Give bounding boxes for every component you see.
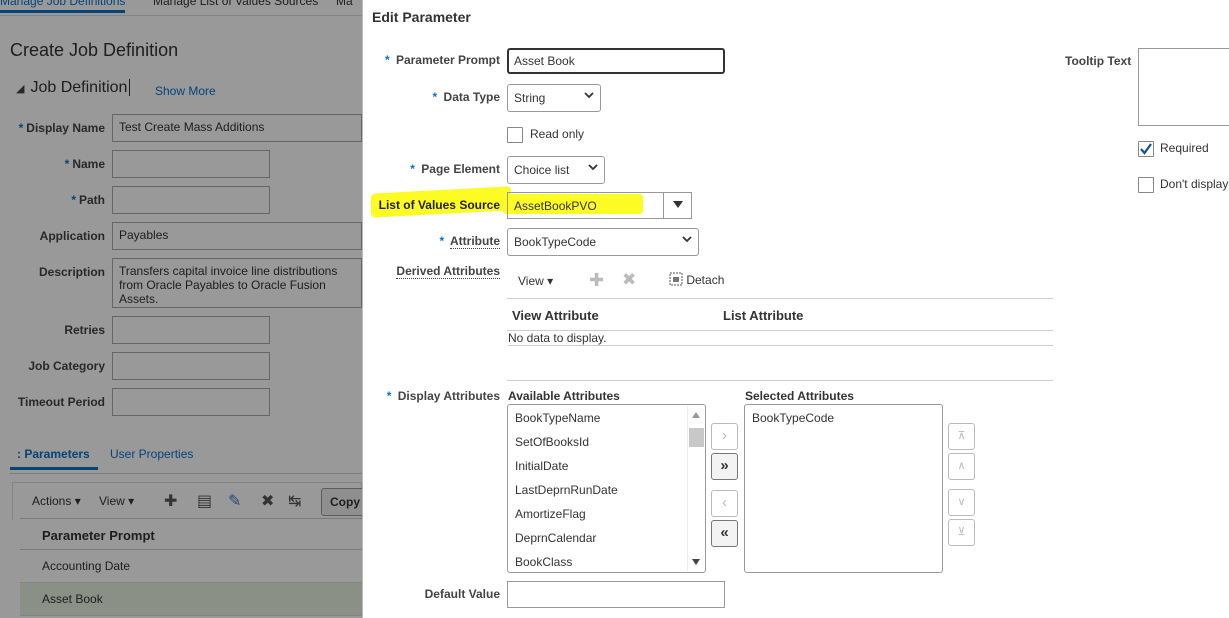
lov-source-field[interactable]: AssetBookPVO	[507, 192, 692, 219]
list-item[interactable]: BookTypeCode	[752, 411, 834, 425]
dialog-title: Edit Parameter	[372, 9, 471, 25]
list-scrollbar[interactable]	[687, 406, 704, 571]
checkmark-icon	[1140, 143, 1152, 155]
derived-attributes-label: Derived Attributes	[396, 264, 500, 279]
list-item[interactable]: BookTypeName	[515, 411, 600, 425]
empty-table-message: No data to display.	[508, 331, 1053, 346]
read-only-checkbox[interactable]	[507, 127, 523, 143]
move-all-right-button[interactable]: »	[711, 453, 738, 480]
move-up-button[interactable]: ∧	[948, 453, 975, 480]
dont-display-checkbox[interactable]	[1138, 177, 1154, 193]
move-bottom-icon: ⊻	[957, 526, 966, 538]
move-bottom-button[interactable]: ⊻	[948, 519, 975, 546]
list-item[interactable]: InitialDate	[515, 459, 568, 473]
lov-dropdown-button[interactable]	[663, 193, 691, 218]
move-all-left-button[interactable]: «	[711, 520, 738, 547]
edit-parameter-dialog: Edit Parameter * Parameter Prompt Asset …	[362, 0, 1229, 618]
modal-overlay	[0, 0, 362, 618]
chevron-down-icon: ∨	[957, 496, 966, 508]
page-element-label: * Page Element	[410, 162, 500, 176]
move-top-button[interactable]: ⊼	[948, 423, 975, 450]
detach-icon	[669, 272, 683, 286]
table-divider	[507, 380, 1053, 381]
lov-source-value: AssetBookPVO	[514, 199, 597, 213]
selected-attributes-list[interactable]: BookTypeCode	[744, 404, 943, 573]
attribute-select[interactable]: BookTypeCode	[507, 228, 699, 256]
double-chevron-left-icon: «	[720, 524, 729, 541]
parameter-prompt-label: * Parameter Prompt	[384, 53, 500, 67]
delete-icon[interactable]: ✖	[622, 270, 636, 290]
chevron-down-icon	[584, 92, 594, 99]
available-attributes-heading: Available Attributes	[508, 389, 620, 403]
read-only-label: Read only	[530, 127, 585, 141]
attribute-label: * Attribute	[439, 234, 500, 249]
page-element-select[interactable]: Choice list	[507, 156, 605, 184]
chevron-down-icon	[588, 164, 598, 171]
chevron-up-icon: ∧	[957, 460, 966, 472]
list-item[interactable]: BookClass	[515, 555, 572, 569]
list-item[interactable]: SetOfBooksId	[515, 435, 589, 449]
selected-attributes-heading: Selected Attributes	[745, 389, 854, 403]
chevron-left-icon: ‹	[722, 494, 727, 511]
list-item[interactable]: AmortizeFlag	[515, 507, 586, 521]
add-icon[interactable]: ✚	[589, 270, 604, 291]
move-down-button[interactable]: ∨	[948, 489, 975, 516]
required-label: Required	[1160, 141, 1209, 155]
move-right-button[interactable]: ›	[711, 423, 738, 450]
list-item[interactable]: LastDeprnRunDate	[515, 483, 618, 497]
scrollbar-thumb[interactable]	[689, 428, 704, 447]
move-top-icon: ⊼	[957, 430, 966, 442]
available-attributes-list[interactable]: BookTypeName SetOfBooksId InitialDate La…	[507, 404, 706, 573]
double-chevron-right-icon: »	[720, 457, 729, 474]
data-type-select[interactable]: String	[507, 84, 601, 112]
tooltip-text-input[interactable]	[1138, 48, 1229, 126]
list-item[interactable]: DeprnCalendar	[515, 531, 596, 545]
derived-attributes-table-header: View Attribute List Attribute	[507, 298, 1053, 331]
chevron-right-icon: ›	[722, 427, 727, 444]
lov-source-label: List of Values Source	[378, 198, 500, 212]
derived-view-menu[interactable]: View ▾	[518, 274, 553, 288]
required-checkbox[interactable]	[1138, 141, 1154, 157]
triangle-down-icon	[673, 201, 683, 208]
detach-button[interactable]: Detach	[669, 272, 724, 287]
chevron-down-icon	[682, 236, 692, 243]
tooltip-text-label: Tooltip Text	[1065, 54, 1132, 68]
column-header-view-attribute[interactable]: View Attribute	[512, 308, 599, 323]
scroll-up-icon[interactable]	[692, 412, 700, 418]
scroll-down-icon[interactable]	[692, 559, 700, 565]
default-value-label: Default Value	[424, 587, 500, 601]
display-attributes-label: * Display Attributes	[386, 389, 500, 403]
move-left-button[interactable]: ‹	[711, 490, 738, 517]
data-type-label: * Data Type	[432, 90, 500, 104]
column-header-list-attribute[interactable]: List Attribute	[723, 308, 803, 323]
default-value-input[interactable]	[507, 581, 725, 608]
parameter-prompt-input[interactable]: Asset Book	[507, 48, 725, 74]
dont-display-label: Don't display	[1160, 177, 1229, 191]
